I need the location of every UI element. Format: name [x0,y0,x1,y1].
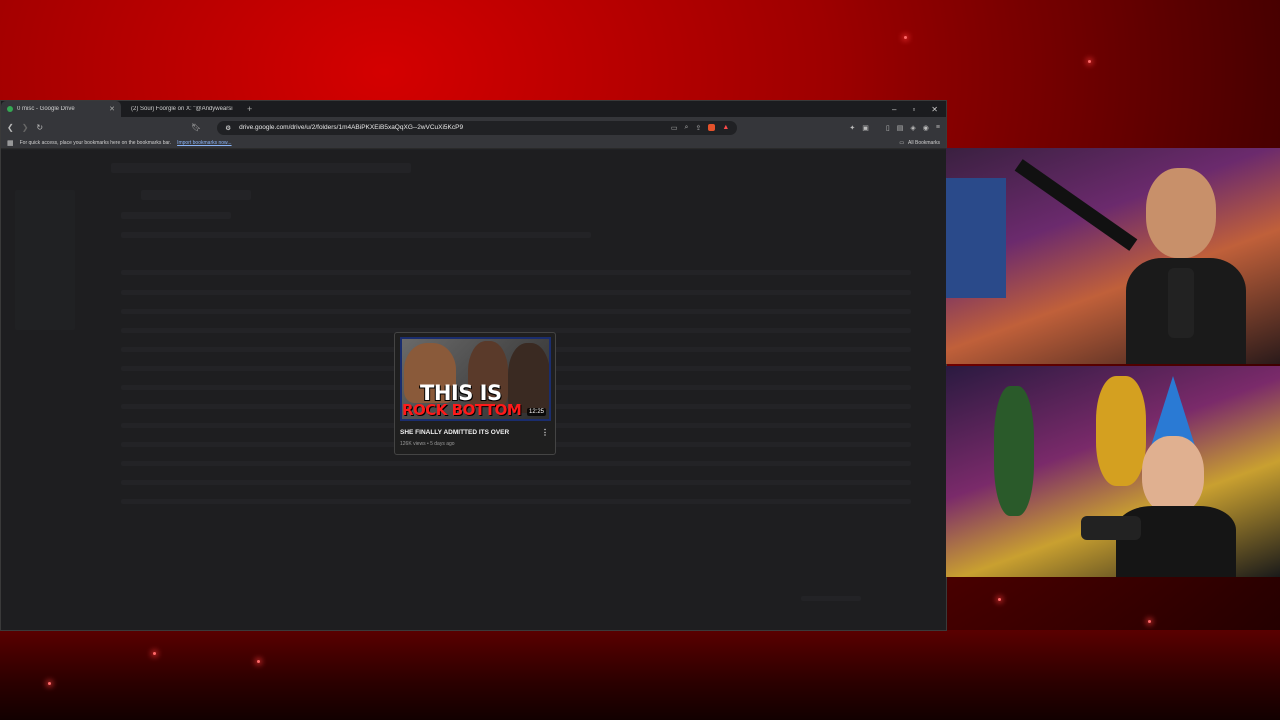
import-bookmarks-link[interactable]: Import bookmarks now... [177,140,231,146]
folder-icon: ▭ [899,140,905,146]
close-window-button[interactable]: ✕ [931,105,938,114]
url-text: drive.google.com/drive/u/2/folders/1m4AB… [239,124,464,131]
microphone [1168,268,1194,338]
sparkle [153,652,156,655]
address-bar[interactable]: ⚙︎ drive.google.com/drive/u/2/folders/1m… [217,120,738,135]
sparkle [1088,60,1091,63]
microphone [1081,516,1141,540]
forward-icon[interactable]: ❯ [22,123,29,132]
background-bottom [0,630,1280,720]
browser-window: 0 misc - Google Drive ✕ X (2) Sourj Foor… [0,100,947,631]
sparkle [48,682,51,685]
omnibox-icons: ▭ ⌕ ⇪ ▲ [671,123,729,132]
menu-icon[interactable]: ≡ [936,124,940,132]
more-options-icon[interactable]: ⋮ [541,428,549,437]
browser-toolbar: ❮ ❯ ↻ 🔖︎ ⚙︎ drive.google.com/drive/u/2/f… [1,117,946,138]
tab-google-drive[interactable]: 0 misc - Google Drive ✕ [1,101,121,117]
brave-shield-icon[interactable] [708,123,716,131]
tab-label: (2) Sourj Foorgle on X: "@Andywearsi [131,106,233,112]
bookmarks-prompt: For quick access, place your bookmarks h… [19,140,172,146]
reading-list-icon[interactable]: ▤ [897,124,904,132]
site-info-icon[interactable]: ⚙︎ [225,124,231,132]
video-title[interactable]: SHE FINALLY ADMITTED ITS OVER [400,429,509,436]
webcam-top [946,148,1280,364]
sparkle [998,598,1001,601]
zoom-icon[interactable]: ⌕ [685,124,689,132]
minimize-button[interactable]: – [892,105,896,114]
arcade-machine [946,178,1006,298]
vpn-icon[interactable]: ◈ [910,124,915,132]
streamer-head [1142,436,1204,514]
sparkle [904,36,907,39]
profile-icon[interactable]: ◉ [923,124,929,132]
video-card[interactable]: THIS IS ROCK BOTTOM 12:25 SHE FINALLY AD… [394,332,556,455]
share-icon[interactable]: ⇪ [695,124,701,132]
sidebar-icon[interactable]: ▯ [886,124,890,132]
tab-bar: 0 misc - Google Drive ✕ X (2) Sourj Foor… [1,101,946,117]
balloon-number-2 [1096,376,1146,486]
maximize-button[interactable]: ▫ [912,105,915,114]
wallet-icon[interactable]: ▣ [862,124,869,132]
tab-x[interactable]: X (2) Sourj Foorgle on X: "@Andywearsi [121,101,241,117]
bookmark-icon[interactable]: 🔖︎ [191,123,201,132]
cast-icon[interactable]: ▭ [671,124,678,132]
video-meta: 126K views • 5 days ago [400,441,455,447]
thumbnail-line-2: ROCK BOTTOM [402,401,522,419]
all-bookmarks-label: All Bookmarks [908,140,940,146]
all-bookmarks-button[interactable]: ▭ All Bookmarks [899,140,940,146]
close-tab-icon[interactable]: ✕ [109,105,115,113]
reload-icon[interactable]: ↻ [36,123,43,132]
sparkle [1148,620,1151,623]
drive-icon [7,106,13,112]
toolbar-right: ✦ ▣ ▯ ▤ ◈ ◉ ≡ [849,124,940,132]
extensions-icon[interactable]: ✦ [849,124,855,132]
window-controls: – ▫ ✕ [892,105,946,114]
webcam-bottom [946,366,1280,577]
rewards-icon[interactable]: ▲ [722,124,729,132]
sparkle [257,660,260,663]
apps-icon[interactable]: ▦ [7,139,14,147]
video-duration: 12:25 [526,408,546,416]
back-icon[interactable]: ❮ [7,123,14,132]
tab-label: 0 misc - Google Drive [17,106,75,112]
new-tab-button[interactable]: + [241,104,258,114]
bookmarks-bar: ▦ For quick access, place your bookmarks… [1,138,946,149]
streamer-head [1146,168,1216,258]
champagne-balloon [994,386,1034,516]
microphone-arm [1014,159,1138,251]
video-thumbnail[interactable]: THIS IS ROCK BOTTOM 12:25 [400,337,551,421]
